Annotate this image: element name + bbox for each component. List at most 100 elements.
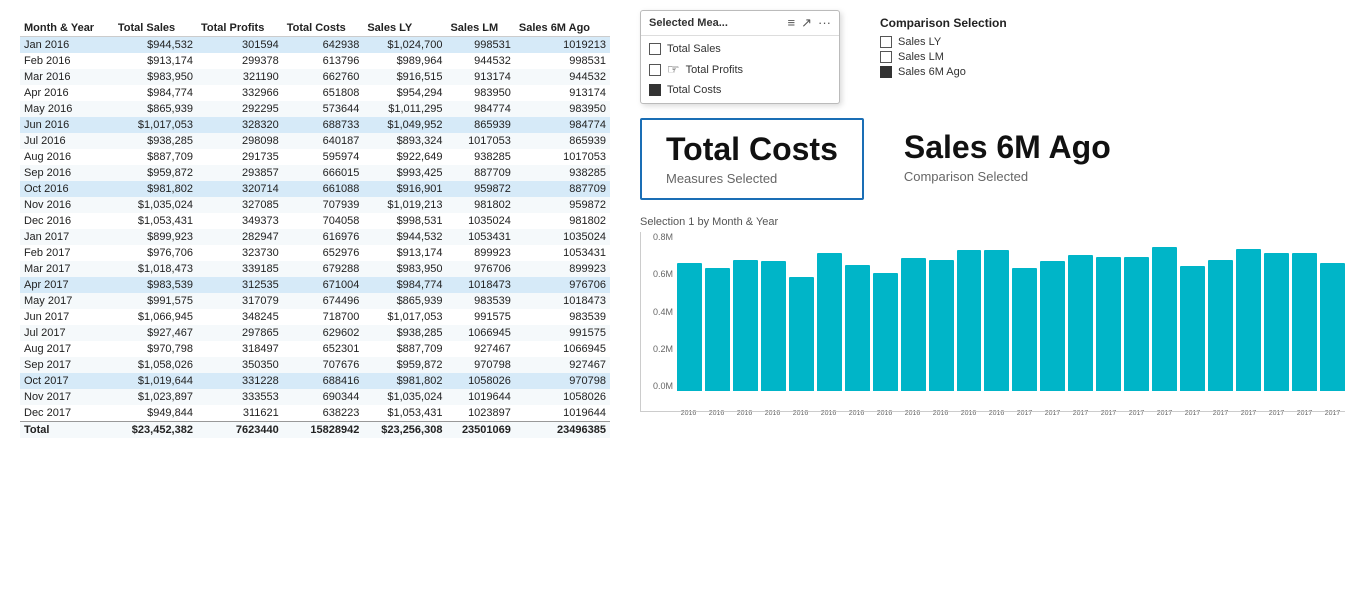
table-row: May 2017$991,575317079674496$865,9399835… <box>20 293 610 309</box>
table-cell: $949,844 <box>114 405 197 422</box>
expand-icon[interactable]: ↗ <box>801 15 812 31</box>
table-cell: 651808 <box>283 85 364 101</box>
selector-item-label: Total Sales <box>667 43 721 55</box>
table-row: Mar 2017$1,018,473339185679288$983,95097… <box>20 261 610 277</box>
table-cell: $984,774 <box>363 277 446 293</box>
comparison-checkbox-icon[interactable] <box>880 66 892 78</box>
table-cell: 311621 <box>197 405 283 422</box>
table-cell: $938,285 <box>114 133 197 149</box>
table-cell: $959,872 <box>114 165 197 181</box>
table-cell: 616976 <box>283 229 364 245</box>
comparison-checkbox-icon[interactable] <box>880 51 892 63</box>
bar <box>789 277 814 391</box>
comparison-item[interactable]: Sales LM <box>880 51 1007 63</box>
table-cell: 318497 <box>197 341 283 357</box>
y-label: 0.0M <box>653 381 673 391</box>
table-cell: $927,467 <box>114 325 197 341</box>
measure-selector-box[interactable]: Selected Mea... ≡ ↗ ··· Total Sales ☞Tota… <box>640 10 840 104</box>
total-cell: $23,452,382 <box>114 422 197 439</box>
table-row: Dec 2016$1,053,431349373704058$998,53110… <box>20 213 610 229</box>
selector-header: Selected Mea... ≡ ↗ ··· <box>641 11 839 36</box>
table-cell: $1,058,026 <box>114 357 197 373</box>
bar-group <box>1124 257 1149 391</box>
table-row: Sep 2017$1,058,026350350707676$959,87297… <box>20 357 610 373</box>
table-cell: $944,532 <box>114 37 197 54</box>
table-cell: 652301 <box>283 341 364 357</box>
y-label: 0.4M <box>653 307 673 317</box>
table-cell: 887709 <box>446 165 514 181</box>
table-row: Sep 2016$959,872293857666015$993,4258877… <box>20 165 610 181</box>
comparison-item[interactable]: Sales 6M Ago <box>880 66 1007 78</box>
more-icon[interactable]: ··· <box>818 15 831 31</box>
table-cell: 959872 <box>446 181 514 197</box>
table-cell: Jan 2016 <box>20 37 114 54</box>
table-cell: Mar 2017 <box>20 261 114 277</box>
table-cell: $1,035,024 <box>114 197 197 213</box>
checkbox-icon[interactable] <box>649 43 661 55</box>
y-label: 0.2M <box>653 344 673 354</box>
total-cell: 23496385 <box>515 422 610 439</box>
total-cell: $23,256,308 <box>363 422 446 439</box>
table-cell: $916,515 <box>363 69 446 85</box>
bar-group <box>873 273 898 391</box>
checkbox-icon[interactable] <box>649 84 661 96</box>
selector-item[interactable]: Total Sales <box>647 40 833 58</box>
selector-item[interactable]: ☞Total Profits <box>647 58 833 81</box>
table-cell: 991575 <box>515 325 610 341</box>
bar <box>1068 255 1093 391</box>
table-cell: 984774 <box>446 101 514 117</box>
table-cell: 913174 <box>515 85 610 101</box>
comparison-item-label: Sales LY <box>898 36 941 48</box>
comparison-item[interactable]: Sales LY <box>880 36 1007 48</box>
table-cell: 282947 <box>197 229 283 245</box>
table-cell: 613796 <box>283 53 364 69</box>
table-cell: $1,017,053 <box>114 117 197 133</box>
table-cell: 1066945 <box>446 325 514 341</box>
table-cell: Jun 2017 <box>20 309 114 325</box>
table-cell: 899923 <box>515 261 610 277</box>
table-cell: 679288 <box>283 261 364 277</box>
table-cell: 1023897 <box>446 405 514 422</box>
measures-display: Total Costs Measures Selected Sales 6M A… <box>640 118 1345 200</box>
table-cell: $976,706 <box>114 245 197 261</box>
comparison-checkbox-icon[interactable] <box>880 36 892 48</box>
chart-area: Selection 1 by Month & Year 0.8M 0.6M 0.… <box>640 216 1345 584</box>
table-cell: 959872 <box>515 197 610 213</box>
table-cell: 312535 <box>197 277 283 293</box>
table-cell: 291735 <box>197 149 283 165</box>
table-cell: 690344 <box>283 389 364 405</box>
table-cell: $998,531 <box>363 213 446 229</box>
bar-group <box>1152 247 1177 391</box>
table-cell: 1017053 <box>515 149 610 165</box>
comp-name: Sales 6M Ago <box>904 130 1111 165</box>
table-cell: 913174 <box>446 69 514 85</box>
table-row: Feb 2017$976,706323730652976$913,1748999… <box>20 245 610 261</box>
table-row: Nov 2017$1,023,897333553690344$1,035,024… <box>20 389 610 405</box>
table-cell: 865939 <box>446 117 514 133</box>
table-row: Aug 2016$887,709291735595974$922,6499382… <box>20 149 610 165</box>
checkbox-icon[interactable] <box>649 64 661 76</box>
table-row: Mar 2016$983,950321190662760$916,5159131… <box>20 69 610 85</box>
selector-body: Total Sales ☞Total ProfitsTotal Costs <box>641 36 839 103</box>
table-cell: $989,964 <box>363 53 446 69</box>
bar <box>984 250 1009 391</box>
table-cell: $984,774 <box>114 85 197 101</box>
table-cell: 321190 <box>197 69 283 85</box>
table-row: Apr 2017$983,539312535671004$984,7741018… <box>20 277 610 293</box>
table-cell: 293857 <box>197 165 283 181</box>
table-cell: $981,802 <box>363 373 446 389</box>
bar-group <box>1236 249 1261 391</box>
selector-item[interactable]: Total Costs <box>647 81 833 99</box>
col-header: Total Profits <box>197 20 283 37</box>
bar <box>1096 257 1121 391</box>
y-label: 0.8M <box>653 232 673 242</box>
table-cell: 327085 <box>197 197 283 213</box>
bar <box>957 250 982 391</box>
table-cell: $959,872 <box>363 357 446 373</box>
table-cell: 348245 <box>197 309 283 325</box>
table-cell: 704058 <box>283 213 364 229</box>
col-header: Sales 6M Ago <box>515 20 610 37</box>
table-cell: 1058026 <box>446 373 514 389</box>
data-table: Month & YearTotal SalesTotal ProfitsTota… <box>20 20 610 438</box>
selector-icons: ≡ ↗ ··· <box>788 15 832 31</box>
